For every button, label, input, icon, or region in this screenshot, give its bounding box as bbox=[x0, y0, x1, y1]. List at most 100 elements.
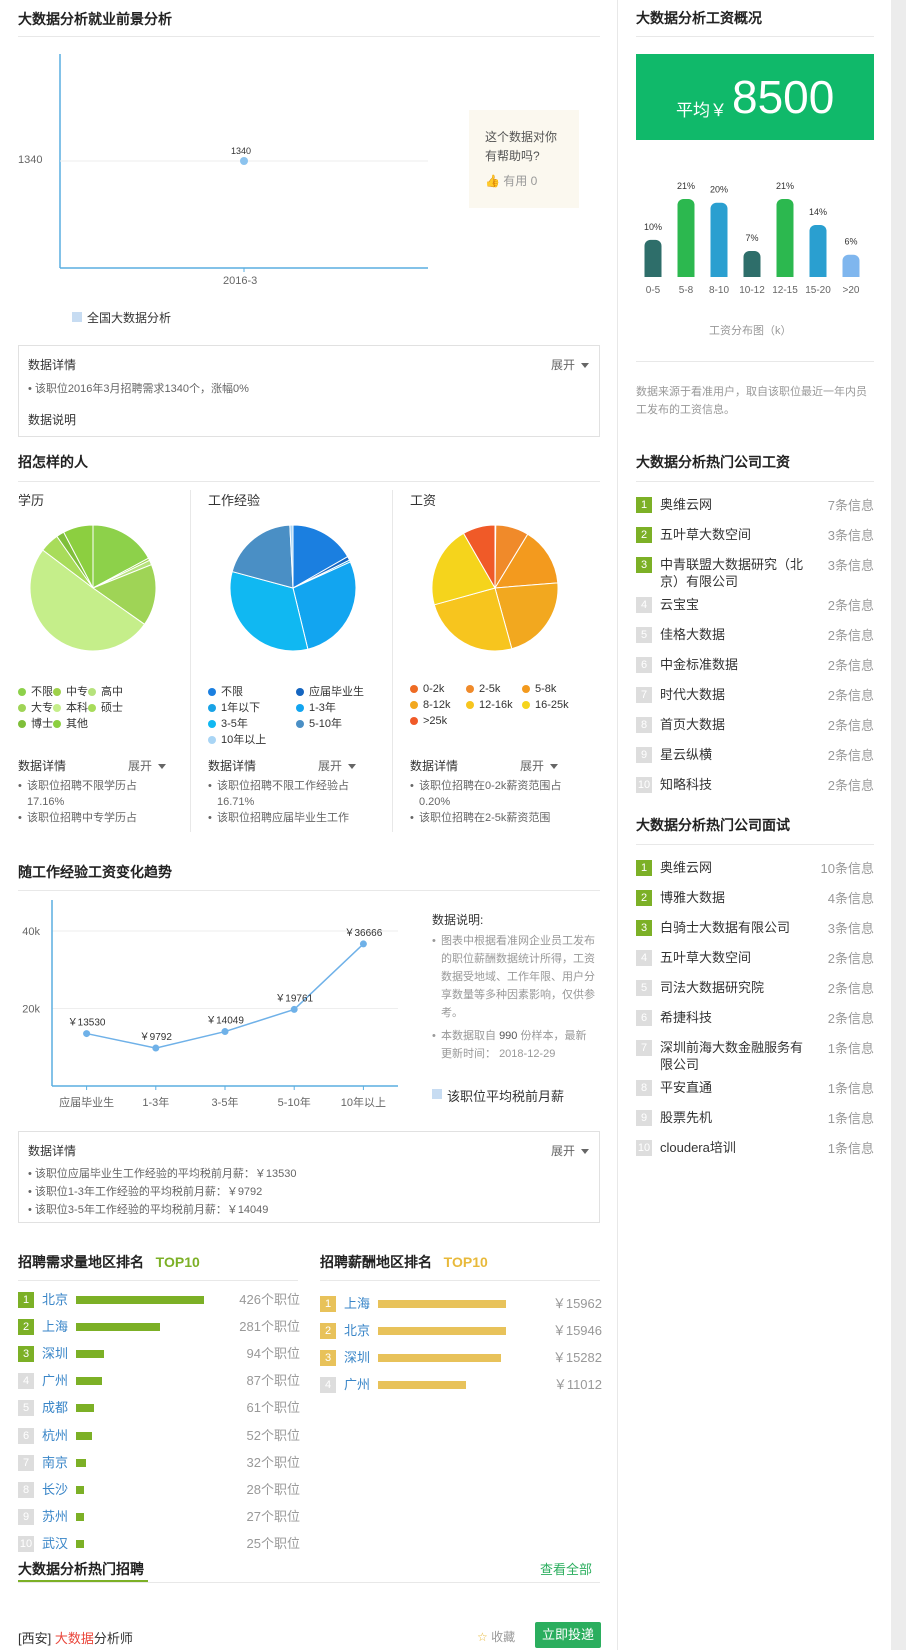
data-label: ￥19761 bbox=[275, 993, 313, 1004]
details-lines: • 该职位招聘不限工作经验占16.71% • 该职位招聘应届毕业生工作 bbox=[208, 778, 368, 824]
rank-bar bbox=[378, 1300, 506, 1308]
company-link[interactable]: 五叶草大数空间 bbox=[660, 949, 810, 966]
divider bbox=[392, 490, 393, 832]
rank-bar bbox=[76, 1404, 95, 1413]
company-link[interactable]: 首页大数据 bbox=[660, 716, 810, 733]
apply-button[interactable]: 立即投递 bbox=[535, 1622, 601, 1648]
rank-bar bbox=[76, 1485, 85, 1494]
company-link[interactable]: 星云纵横 bbox=[660, 746, 810, 763]
demand-rank-title: 招聘需求量地区排名 TOP10 bbox=[18, 1252, 200, 1272]
legend-dot bbox=[88, 688, 96, 697]
company-link[interactable]: 中金标准数据 bbox=[660, 656, 810, 673]
company-link[interactable]: 云宝宝 bbox=[660, 596, 810, 613]
company-row: 5 司法大数据研究院 2条信息 bbox=[636, 979, 874, 996]
collect-button[interactable]: ☆ 收藏 bbox=[477, 1628, 515, 1645]
expand-button[interactable]: 展开 bbox=[551, 1142, 589, 1159]
top10-tag: TOP10 bbox=[443, 1254, 488, 1270]
city-link[interactable]: 北京 bbox=[42, 1290, 68, 1310]
scrollbar-track[interactable] bbox=[891, 0, 906, 1650]
helpful-button[interactable]: 👍 有用 0 bbox=[485, 172, 537, 189]
bullet: • bbox=[410, 780, 414, 792]
outlook-legend-swatch bbox=[72, 312, 82, 322]
legend-dot bbox=[208, 736, 216, 745]
pie-chart bbox=[29, 524, 157, 652]
city-link[interactable]: 上海 bbox=[42, 1317, 68, 1337]
legend-dot bbox=[53, 720, 61, 729]
pie-legend-item: 10年以上 bbox=[208, 731, 266, 747]
trend-note-2: • 本数据取自 990 份样本，最新更新时间： 2018-12-29 bbox=[432, 1027, 597, 1063]
city-link[interactable]: 北京 bbox=[344, 1321, 370, 1341]
city-link[interactable]: 深圳 bbox=[344, 1348, 370, 1368]
expand-button[interactable]: 展开 bbox=[520, 757, 559, 774]
pie-column-education: 学历 不限 中专 高中 大专 本科 硕士 博士 其他 数据详情 展开 • 该职位招聘不限学历占17.16… bbox=[18, 490, 198, 835]
details-line: • 该职位招聘在2-5k薪资范围 bbox=[410, 810, 570, 824]
company-link[interactable]: 佳格大数据 bbox=[660, 626, 810, 643]
company-link[interactable]: 知略科技 bbox=[660, 776, 810, 793]
x-tick-label: 5-10年 bbox=[278, 1095, 311, 1109]
legend-label: 其他 bbox=[66, 718, 88, 730]
expand-button[interactable]: 展开 bbox=[318, 757, 357, 774]
outlook-x-tick: 2016-3 bbox=[223, 275, 258, 287]
histogram-bar-base bbox=[644, 271, 662, 277]
company-link[interactable]: cloudera培训 bbox=[660, 1139, 810, 1156]
view-all-link[interactable]: 查看全部 bbox=[540, 1559, 592, 1578]
city-link[interactable]: 苏州 bbox=[42, 1507, 68, 1527]
expand-button[interactable]: 展开 bbox=[128, 757, 167, 774]
city-link[interactable]: 广州 bbox=[42, 1371, 68, 1391]
details-text: 该职位3-5年工作经验的平均税前月薪：￥14049 bbox=[34, 1204, 269, 1216]
trend-title: 随工作经验工资变化趋势 bbox=[18, 864, 172, 880]
company-link[interactable]: 希捷科技 bbox=[660, 1009, 810, 1026]
details-lines: • 该职位招聘在0-2k薪资范围占0.20% • 该职位招聘在2-5k薪资范围 bbox=[410, 778, 570, 824]
info-count: 2条信息 bbox=[827, 688, 874, 703]
legend-dot bbox=[522, 685, 530, 694]
trend-note-1: • 图表中根据看准网企业员工发布的职位薪酬数据统计所得，工资数据受地域、工作年限… bbox=[432, 932, 597, 1022]
company-link[interactable]: 深圳前海大数金融服务有限公司 bbox=[660, 1039, 810, 1073]
x-tick-label: 10年以上 bbox=[341, 1095, 386, 1109]
company-link[interactable]: 中青联盟大数据研究（北京）有限公司 bbox=[660, 556, 810, 590]
company-link[interactable]: 博雅大数据 bbox=[660, 889, 810, 906]
pie-chart bbox=[229, 524, 357, 652]
pie-legend-item: 不限 bbox=[208, 683, 243, 699]
expand-button[interactable]: 展开 bbox=[551, 356, 589, 373]
job-title-link[interactable]: [西安] 大数据分析师 bbox=[18, 1628, 133, 1647]
city-link[interactable]: 南京 bbox=[42, 1453, 68, 1473]
trend-legend: 该职位平均税前月薪 bbox=[447, 1089, 565, 1104]
legend-dot bbox=[410, 717, 418, 726]
data-explain-link[interactable]: 数据说明 bbox=[28, 411, 76, 428]
legend-dot bbox=[296, 720, 304, 729]
histogram-percent: 20% bbox=[710, 185, 728, 195]
legend-dot bbox=[208, 720, 216, 729]
company-link[interactable]: 司法大数据研究院 bbox=[660, 979, 810, 996]
details-text: 该职位招聘在0-2k薪资范围占0.20% bbox=[419, 780, 562, 808]
city-link[interactable]: 广州 bbox=[344, 1375, 370, 1395]
company-row: 10 知略科技 2条信息 bbox=[636, 776, 874, 793]
info-count: 1条信息 bbox=[827, 1041, 874, 1056]
trend-chart: 20k 40k ￥13530 应届毕业生 ￥9792 1-3年 ￥14049 3-5年 ￥197… bbox=[22, 900, 398, 1109]
city-link[interactable]: 杭州 bbox=[42, 1426, 68, 1446]
outlook-chart bbox=[59, 54, 428, 272]
info-count: 2条信息 bbox=[827, 748, 874, 763]
rank-badge: 4 bbox=[18, 1373, 34, 1390]
rank-row: 3 深圳 ￥15282 bbox=[320, 1348, 602, 1368]
company-link[interactable]: 白骑士大数据有限公司 bbox=[660, 919, 810, 936]
company-link[interactable]: 奥维云网 bbox=[660, 496, 810, 513]
histogram-bar bbox=[776, 199, 794, 277]
data-label: ￥36666 bbox=[344, 928, 382, 939]
city-link[interactable]: 长沙 bbox=[42, 1480, 68, 1500]
company-row: 3 中青联盟大数据研究（北京）有限公司 3条信息 bbox=[636, 556, 874, 590]
city-link[interactable]: 上海 bbox=[344, 1294, 370, 1314]
company-link[interactable]: 股票先机 bbox=[660, 1109, 810, 1126]
company-link[interactable]: 奥维云网 bbox=[660, 859, 810, 876]
city-link[interactable]: 武汉 bbox=[42, 1534, 68, 1554]
histogram-bin: 8-10 bbox=[709, 285, 729, 296]
avg-salary-banner: 平均￥ 8500 bbox=[636, 54, 874, 140]
company-link[interactable]: 时代大数据 bbox=[660, 686, 810, 703]
city-link[interactable]: 成都 bbox=[42, 1398, 68, 1418]
company-link[interactable]: 平安直通 bbox=[660, 1079, 810, 1096]
company-link[interactable]: 五叶草大数空间 bbox=[660, 526, 810, 543]
pie-title: 学历 bbox=[18, 493, 45, 508]
caret-down-icon bbox=[581, 363, 589, 369]
top10-tag: TOP10 bbox=[155, 1254, 200, 1270]
city-link[interactable]: 深圳 bbox=[42, 1344, 68, 1364]
info-count: 2条信息 bbox=[827, 598, 874, 613]
